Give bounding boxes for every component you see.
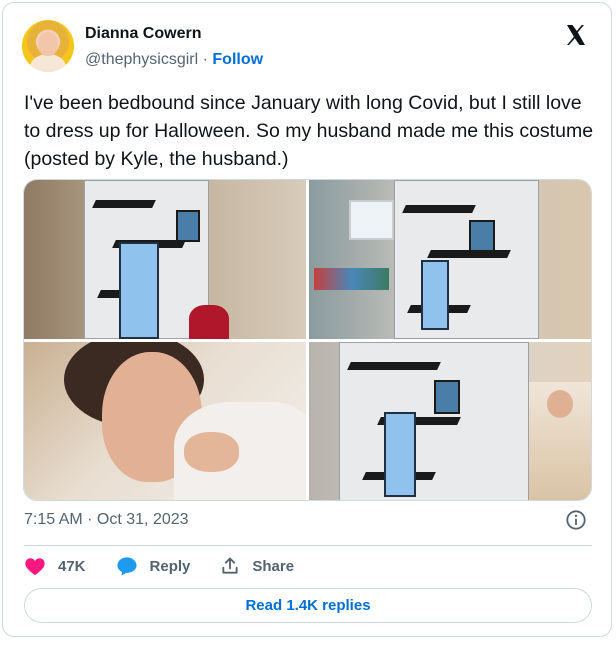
media-grid (23, 179, 592, 501)
reply-button[interactable]: Reply (116, 556, 191, 576)
photo-bed-selfie[interactable] (24, 342, 306, 500)
tweet-card: Dianna Cowern @thephysicsgirl · Follow I… (2, 2, 612, 637)
photo-costume-house-3[interactable] (309, 342, 591, 500)
reply-label: Reply (149, 557, 191, 575)
divider (24, 545, 592, 546)
author-name[interactable]: Dianna Cowern (85, 25, 201, 43)
author-handle[interactable]: @thephysicsgirl (85, 51, 198, 68)
author-avatar[interactable] (22, 20, 74, 72)
follow-button[interactable]: Follow (212, 51, 263, 68)
like-button[interactable]: 47K (24, 556, 86, 576)
like-count: 47K (58, 557, 86, 575)
reply-bubble-icon (116, 557, 137, 576)
author-handle-row: @thephysicsgirl · Follow (85, 51, 263, 69)
tweet-timestamp[interactable]: 7:15 AM · Oct 31, 2023 (24, 511, 189, 529)
share-icon (222, 557, 238, 574)
handle-separator: · (202, 51, 208, 68)
share-label: Share (252, 557, 295, 575)
read-replies-button[interactable]: Read 1.4K replies (24, 588, 592, 623)
share-button[interactable]: Share (220, 556, 294, 576)
heart-icon (25, 558, 45, 576)
action-bar: 47K Reply Share (24, 555, 324, 577)
x-logo-icon[interactable] (563, 23, 589, 47)
info-icon[interactable] (565, 509, 587, 531)
photo-costume-house-1[interactable] (24, 180, 306, 339)
tweet-text: I've been bedbound since January with lo… (24, 92, 594, 170)
photo-costume-house-2[interactable] (309, 180, 591, 339)
